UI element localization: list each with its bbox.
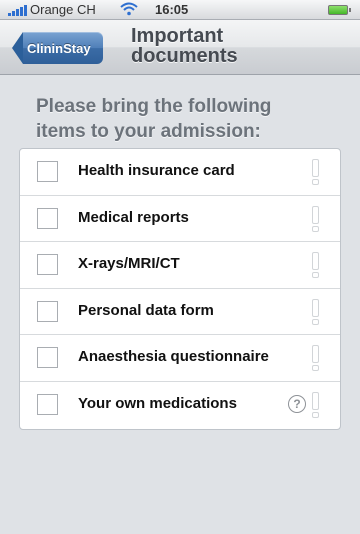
navigation-bar: ClininStay Important documents <box>0 20 360 75</box>
wifi-icon <box>120 2 138 16</box>
carrier-name: Orange CH <box>30 2 96 17</box>
exclamation-icon <box>311 391 321 418</box>
checklist-item-label: Personal data form <box>78 301 214 319</box>
intro-line1: Please bring the following <box>36 96 272 117</box>
exclamation-icon <box>311 298 321 325</box>
intro-text: Please bring the following items to your… <box>36 94 336 144</box>
back-button[interactable]: ClininStay <box>12 32 103 64</box>
intro-line2: items to your admission: <box>36 121 261 142</box>
checklist-item-label: Health insurance card <box>78 162 235 179</box>
page-title: Important documents <box>131 26 238 66</box>
exclamation-icon <box>311 159 321 185</box>
checklist-item[interactable]: Anaesthesia questionnaire <box>20 335 340 382</box>
documents-checklist: Health insurance card Medical reports X-… <box>19 148 341 430</box>
back-arrow-icon <box>12 32 23 64</box>
battery-icon <box>328 5 351 15</box>
checklist-item-label: Anaesthesia questionnaire <box>78 348 269 366</box>
checklist-item-label: Your own medications <box>78 394 237 412</box>
checklist-item-label: Medical reports <box>78 208 189 226</box>
checkbox[interactable] <box>37 207 58 229</box>
checklist-item-label: X-rays/MRI/CT <box>78 255 180 273</box>
checklist-item[interactable]: Medical reports <box>20 196 340 243</box>
status-time: 16:05 <box>155 2 189 17</box>
page-title-line2: documents <box>131 45 238 67</box>
checklist-item[interactable]: X-rays/MRI/CT <box>20 242 340 289</box>
exclamation-icon <box>311 205 321 232</box>
checkbox[interactable] <box>37 393 58 415</box>
exclamation-icon <box>311 345 321 372</box>
signal-bars-icon <box>8 5 28 16</box>
back-button-label: ClininStay <box>23 32 103 64</box>
checkbox[interactable] <box>37 300 58 322</box>
page-title-line1: Important <box>131 25 224 47</box>
help-icon[interactable]: ? <box>288 394 306 413</box>
status-bar: Orange CH 16:05 <box>0 0 360 20</box>
checklist-item[interactable]: Your own medications ? <box>20 382 340 429</box>
checkbox[interactable] <box>37 347 58 369</box>
checklist-item[interactable]: Personal data form <box>20 289 340 336</box>
exclamation-icon <box>311 252 321 279</box>
checklist-item[interactable]: Health insurance card <box>20 149 340 196</box>
checkbox[interactable] <box>37 161 58 182</box>
checkbox[interactable] <box>37 254 58 276</box>
